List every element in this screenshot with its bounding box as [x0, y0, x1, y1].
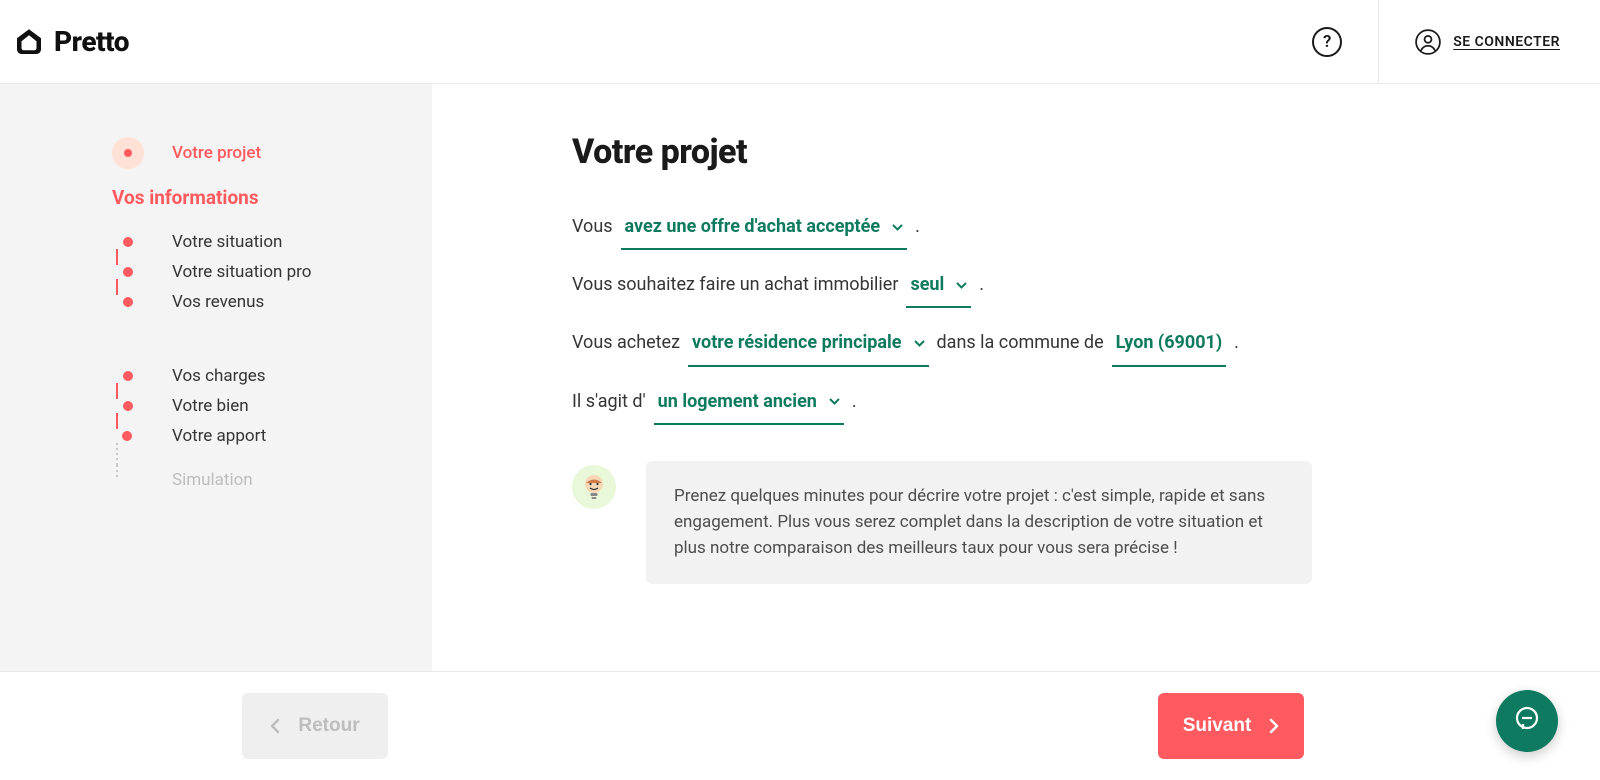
dropdown-property-usage[interactable]: votre résidence principale	[688, 326, 928, 366]
footer: Retour Suivant	[0, 672, 1600, 780]
sentence-text: .	[1234, 326, 1239, 360]
step-bullet-icon	[123, 401, 133, 411]
step-bullet-icon	[123, 297, 133, 307]
brand-logo[interactable]: Pretto	[14, 25, 129, 58]
sidebar-item-label: Vos charges	[172, 366, 266, 386]
sentence-text: dans la commune de	[937, 326, 1104, 360]
step-bullet-icon	[123, 267, 133, 277]
dropdown-city[interactable]: Lyon (69001)	[1112, 326, 1227, 366]
sentence-text: .	[852, 385, 857, 419]
back-label: Retour	[298, 715, 359, 737]
dropdown-value: un logement ancien	[658, 385, 817, 419]
sidebar-item-label: Simulation	[172, 470, 253, 490]
tip-text: Prenez quelques minutes pour décrire vot…	[646, 461, 1312, 584]
dropdown-buyer-count[interactable]: seul	[906, 268, 971, 308]
step-bullet-active-icon	[112, 137, 144, 169]
sidebar-item-projet[interactable]: Votre projet	[112, 132, 432, 174]
sidebar-item-situation[interactable]: Votre situation	[112, 227, 432, 257]
sentence-text: .	[979, 268, 984, 302]
sentence-text: .	[915, 210, 920, 244]
sidebar-item-charges[interactable]: Vos charges	[112, 361, 432, 391]
dropdown-value: avez une offre d'achat acceptée	[625, 210, 881, 244]
form-sentence-1: Vous avez une offre d'achat acceptée .	[572, 210, 1312, 250]
help-button[interactable]: ?	[1312, 27, 1342, 57]
sidebar-item-label: Vos revenus	[172, 292, 264, 312]
sidebar-section-title: Vos informations	[112, 186, 432, 209]
chat-fab[interactable]	[1496, 690, 1558, 752]
sidebar-item-label: Votre bien	[172, 396, 249, 416]
sidebar-item-label: Votre situation pro	[172, 262, 311, 282]
sidebar-item-label: Votre projet	[172, 143, 261, 163]
sentence-text: Il s'agit d'	[572, 385, 646, 419]
sentence-text: Vous souhaitez faire un achat immobilier	[572, 268, 898, 302]
sidebar-item-label: Votre apport	[172, 426, 266, 446]
sidebar-item-situation-pro[interactable]: Votre situation pro	[112, 257, 432, 287]
chevron-down-icon	[914, 340, 925, 347]
chevron-down-icon	[956, 282, 967, 289]
sidebar: Votre projet Vos informations Votre situ…	[0, 84, 432, 672]
chevron-down-icon	[892, 224, 903, 231]
logo-icon	[14, 27, 44, 57]
chevron-right-icon	[1269, 718, 1279, 734]
dropdown-value: Lyon (69001)	[1116, 326, 1223, 360]
step-bullet-icon	[123, 237, 133, 247]
sentence-text: Vous	[572, 210, 613, 244]
dropdown-property-type[interactable]: un logement ancien	[654, 385, 844, 425]
step-dotted-line-icon	[132, 424, 134, 448]
dropdown-offer-status[interactable]: avez une offre d'achat acceptée	[621, 210, 908, 250]
dropdown-value: seul	[910, 268, 944, 302]
step-bullet-icon	[123, 371, 133, 381]
form-sentence-3: Vous achetez votre résidence principale …	[572, 326, 1312, 366]
next-label: Suivant	[1183, 715, 1252, 737]
sidebar-item-simulation: Simulation	[112, 465, 432, 495]
signin-label: SE CONNECTER	[1453, 34, 1560, 50]
chevron-down-icon	[829, 398, 840, 405]
brand-name: Pretto	[54, 25, 129, 58]
tip-callout: Prenez quelques minutes pour décrire vot…	[572, 461, 1312, 584]
form-sentence-2: Vous souhaitez faire un achat immobilier…	[572, 268, 1312, 308]
main: Votre projet Vous avez une offre d'achat…	[432, 84, 1600, 672]
step-bullet-icon	[122, 431, 132, 441]
body: Votre projet Vos informations Votre situ…	[0, 84, 1600, 672]
sidebar-item-apport[interactable]: Votre apport	[112, 421, 432, 451]
sidebar-item-bien[interactable]: Votre bien	[112, 391, 432, 421]
back-button: Retour	[242, 693, 388, 759]
sidebar-item-label: Votre situation	[172, 232, 282, 252]
lightbulb-avatar-icon	[572, 465, 616, 509]
signin-link[interactable]: SE CONNECTER	[1415, 29, 1584, 55]
header-right: ? SE CONNECTER	[1312, 0, 1584, 84]
form-sentence-4: Il s'agit d' un logement ancien .	[572, 385, 1312, 425]
help-icon: ?	[1323, 32, 1331, 52]
sentence-text: Vous achetez	[572, 326, 680, 360]
header-divider	[1378, 0, 1379, 84]
page-title: Votre projet	[572, 132, 1312, 172]
next-button[interactable]: Suivant	[1158, 693, 1304, 759]
chat-icon	[1512, 704, 1542, 738]
chevron-left-icon	[270, 718, 280, 734]
header: Pretto ? SE CONNECTER	[0, 0, 1600, 84]
dropdown-value: votre résidence principale	[692, 326, 901, 360]
sidebar-item-revenus[interactable]: Vos revenus	[112, 287, 432, 317]
user-icon	[1415, 29, 1441, 55]
